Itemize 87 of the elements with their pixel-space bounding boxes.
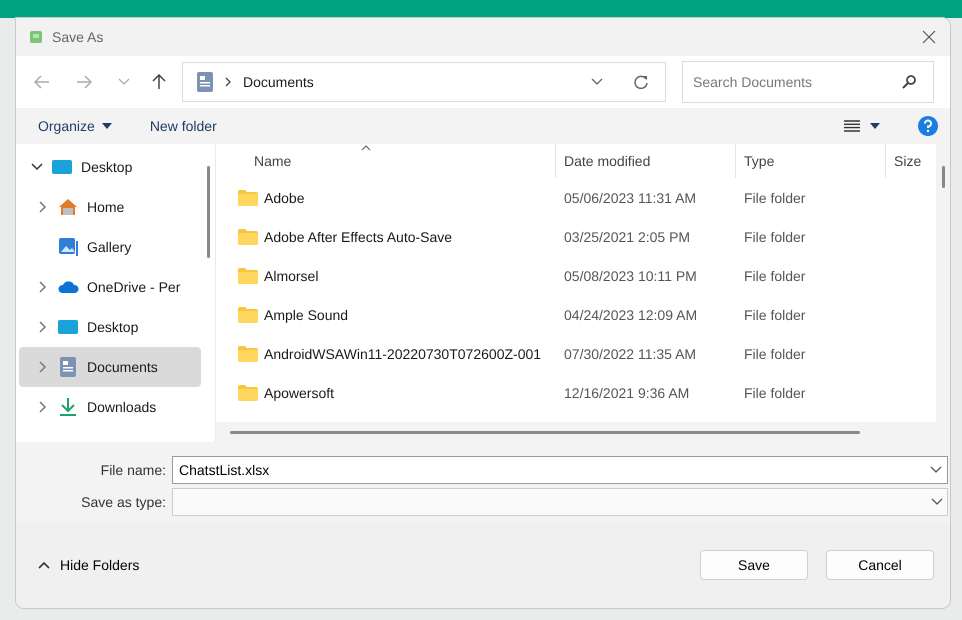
- view-list-icon[interactable]: [844, 120, 860, 132]
- folder-tree-item[interactable]: OneDrive - Per: [19, 267, 201, 307]
- file-row[interactable]: Adobe 05/06/2023 11:31 AM File folder: [216, 178, 936, 217]
- scrollbar-thumb[interactable]: [206, 166, 210, 258]
- file-name: Ample Sound: [264, 306, 348, 322]
- file-name-field[interactable]: ChatstList.xlsx: [172, 456, 948, 484]
- date-cell-text: 04/24/2023 12:09 AM: [563, 306, 698, 322]
- cancel-button[interactable]: Cancel: [826, 550, 934, 580]
- column-header[interactable]: Size: [886, 144, 936, 178]
- document-icon: [60, 357, 76, 377]
- chevron-right-icon[interactable]: [39, 361, 47, 373]
- chevron-right-icon[interactable]: [39, 201, 47, 213]
- folder-icon: [238, 268, 258, 284]
- folder-tree-item[interactable]: Documents: [19, 347, 201, 387]
- monitor-icon: [52, 159, 72, 175]
- search-field[interactable]: Search Documents: [682, 61, 934, 103]
- organize-button[interactable]: Organize: [30, 114, 120, 138]
- chevron-right-icon: [225, 77, 231, 87]
- address-path[interactable]: Documents: [243, 74, 314, 90]
- folder-icon: [238, 228, 258, 244]
- caret-icon: [102, 123, 112, 129]
- date-cell-text: 12/16/2021 9:36 AM: [563, 384, 690, 400]
- monitor-icon: [58, 319, 78, 335]
- folder-tree-item[interactable]: Desktop: [19, 307, 201, 347]
- file-name: Adobe: [264, 190, 304, 206]
- folder-icon: [238, 384, 258, 400]
- scrollbar-thumb[interactable]: [942, 166, 944, 188]
- field-label: Save as type:: [80, 494, 167, 510]
- window-title: Save As: [52, 29, 104, 45]
- chevron-right-icon[interactable]: [39, 281, 47, 293]
- folder-tree-item[interactable]: Desktop: [19, 147, 201, 187]
- file-name: Apowersoft: [264, 384, 334, 400]
- type-cell-text: File folder: [743, 346, 806, 362]
- sort-caret-icon: [361, 145, 371, 151]
- type-cell-text: File folder: [743, 228, 806, 244]
- app-icon: [30, 31, 42, 43]
- file-name: AndroidWSAWin11-20220730T072600Z-001: [264, 346, 542, 362]
- house-icon: [58, 198, 78, 216]
- up-arrow-icon[interactable]: [152, 74, 166, 90]
- chevron-down-icon[interactable]: [591, 78, 603, 86]
- column-header[interactable]: Name: [216, 144, 556, 178]
- type-cell-text: File folder: [743, 268, 806, 284]
- chevron-right-icon[interactable]: [39, 321, 47, 333]
- type-cell-text: File folder: [743, 306, 806, 322]
- date-cell-text: 07/30/2022 11:35 AM: [563, 346, 698, 362]
- close-icon[interactable]: [922, 30, 936, 44]
- help-icon[interactable]: [918, 116, 938, 136]
- chevron-down-icon[interactable]: [31, 163, 43, 171]
- column-header[interactable]: Type: [736, 144, 886, 178]
- file-row[interactable]: Adobe After Effects Auto-Save 03/25/2021 2:05 PM File folder: [216, 217, 936, 256]
- chevron-right-icon[interactable]: [39, 401, 47, 413]
- picture-icon: [58, 237, 78, 257]
- folder-icon: [238, 346, 258, 362]
- scrollbar-thumb[interactable]: [230, 430, 860, 434]
- back-arrow-icon[interactable]: [34, 75, 50, 89]
- cloud-icon: [57, 280, 79, 294]
- caret-icon[interactable]: [870, 123, 880, 129]
- date-cell-text: 03/25/2021 2:05 PM: [563, 228, 692, 244]
- download-icon: [59, 397, 77, 417]
- chevron-up-icon: [38, 561, 50, 569]
- file-row[interactable]: Apowersoft 12/16/2021 9:36 AM File folder: [216, 373, 936, 412]
- file-row[interactable]: Ample Sound 04/24/2023 12:09 AM File folder: [216, 295, 936, 334]
- forward-arrow-icon[interactable]: [76, 75, 92, 89]
- folder-icon: [238, 306, 258, 322]
- folder-tree-item[interactable]: Downloads: [19, 387, 201, 427]
- column-header[interactable]: Date modified: [556, 144, 736, 178]
- address-bar[interactable]: Documents: [182, 62, 666, 102]
- folder-tree-item[interactable]: Home: [19, 187, 201, 227]
- document-icon: [197, 72, 213, 92]
- field-label: File name:: [100, 462, 167, 478]
- folder-icon: [238, 190, 258, 206]
- search-icon: [902, 75, 916, 89]
- date-cell-text: 05/06/2023 11:31 AM: [563, 190, 698, 206]
- date-cell-text: 05/08/2023 10:11 PM: [563, 268, 698, 284]
- new-folder-button[interactable]: New folder: [142, 114, 225, 138]
- file-row[interactable]: AndroidWSAWin11-20220730T072600Z-001 07/30/2022 11:35 AM File folder: [216, 334, 936, 373]
- file-name: Adobe After Effects Auto-Save: [264, 228, 452, 244]
- save-button[interactable]: Save: [700, 550, 808, 580]
- file-row[interactable]: Almorsel 05/08/2023 10:11 PM File folder: [216, 256, 936, 295]
- hide-folders-button[interactable]: Hide Folders: [32, 556, 146, 574]
- folder-tree-item[interactable]: Gallery: [19, 227, 201, 267]
- refresh-icon[interactable]: [633, 74, 649, 90]
- type-cell-text: File folder: [743, 384, 806, 400]
- chevron-down-icon[interactable]: [931, 498, 943, 506]
- chevron-down-icon[interactable]: [930, 466, 942, 474]
- file-name: Almorsel: [264, 268, 318, 284]
- type-cell-text: File folder: [743, 190, 806, 206]
